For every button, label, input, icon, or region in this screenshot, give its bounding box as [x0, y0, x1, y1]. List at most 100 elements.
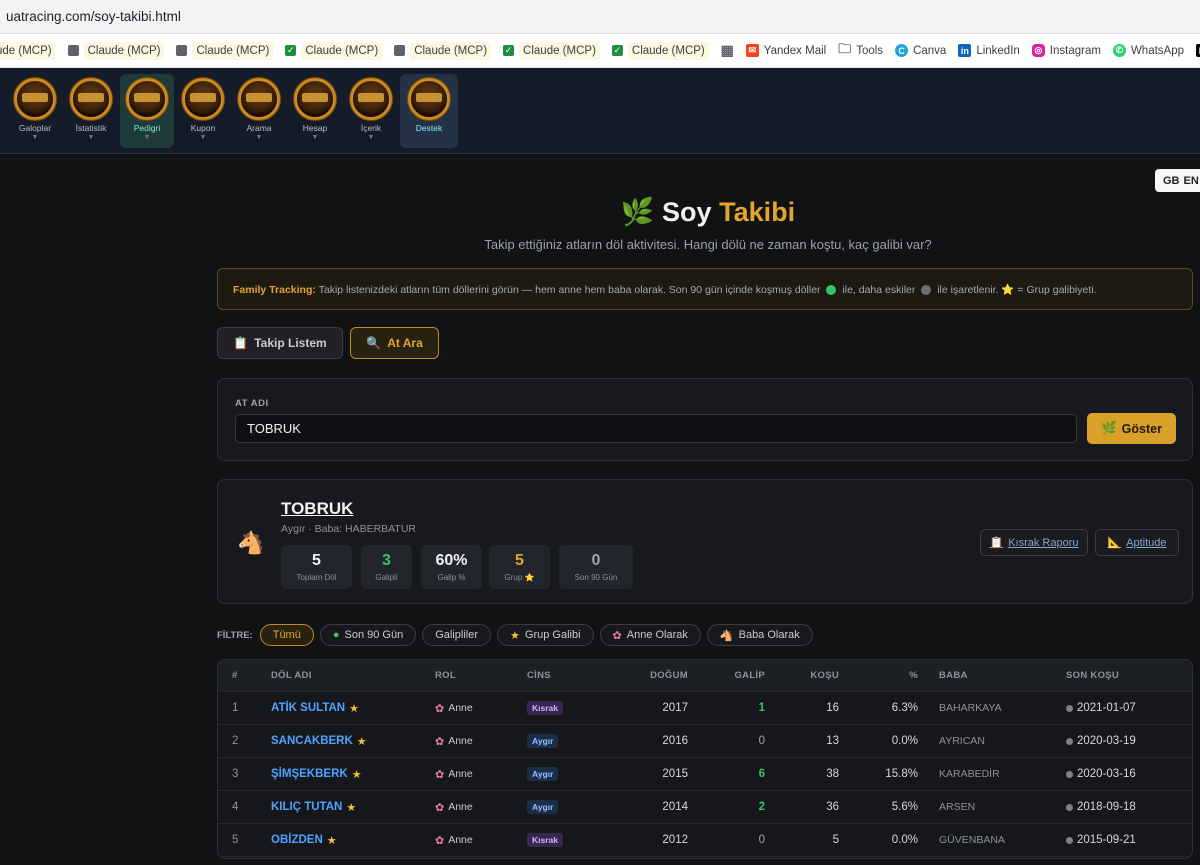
nav-label: Hesap	[302, 123, 328, 133]
tab-watchlist[interactable]: 📋 Takip Listem	[217, 327, 343, 359]
linkedin-icon: in	[958, 44, 972, 57]
filter-last-90-days[interactable]: ● Son 90 Gün	[319, 624, 417, 646]
wins-cell: 6	[758, 768, 765, 780]
sex-badge: Aygır	[527, 734, 559, 748]
bookmark-label: Claude (MCP)	[627, 41, 709, 60]
runs-cell: 16	[826, 702, 839, 714]
flower-icon: ✿	[435, 834, 445, 847]
url-text: uatracing.com/soy-takibi.html	[6, 9, 181, 24]
filter-all[interactable]: Tümü	[259, 624, 314, 646]
row-number-cell: 3	[232, 768, 239, 780]
offspring-name-link[interactable]: ŞİMŞEKBERK	[271, 768, 348, 780]
percent-cell: 5.6%	[891, 801, 918, 813]
wins-cell: 1	[758, 702, 765, 714]
gray-square-icon	[67, 45, 79, 56]
bookmark-item[interactable]: ✓ Claude (MCP)	[285, 41, 383, 60]
nav-support[interactable]: Destek	[400, 74, 458, 148]
gray-square-icon	[394, 45, 406, 56]
horse-name[interactable]: TOBRUK	[281, 499, 353, 519]
birth-cell: 2015	[662, 768, 688, 780]
chevron-down-icon: ▼	[31, 134, 39, 141]
role-cell: ✿ Anne	[435, 692, 515, 724]
star-icon: ★	[326, 834, 337, 847]
aptitude-button[interactable]: 📐 Aptitude	[1095, 529, 1179, 556]
filter-chip-label: Son 90 Gün	[344, 629, 404, 641]
filter-as-sire[interactable]: 🐴 Baba Olarak	[706, 624, 813, 646]
address-bar[interactable]: uatracing.com/soy-takibi.html	[0, 0, 1200, 34]
bookmark-item[interactable]: ▦	[721, 42, 734, 58]
bookmark-item[interactable]: Claude (MCP)	[394, 41, 492, 60]
bookmark-item[interactable]: ✓ Claude (MCP)	[611, 41, 709, 60]
show-button[interactable]: 🌿 Göster	[1087, 413, 1176, 444]
horse-name-input[interactable]: TOBRUK	[235, 414, 1077, 443]
offspring-name-link[interactable]: KILIÇ TUTAN	[271, 801, 342, 813]
filter-as-dam[interactable]: ✿ Anne Olarak	[599, 624, 701, 646]
table-row[interactable]: 3 ŞİMŞEKBERK ★ ✿ Anne Aygır 2015 6 38 15.8% KARABE…	[218, 758, 1192, 791]
birth-cell: 2016	[662, 735, 688, 747]
sex-cell: Aygır	[527, 725, 617, 757]
old-dot-icon	[1066, 803, 1073, 811]
nav-coupon[interactable]: Kupon ▼	[176, 74, 230, 148]
offspring-name-link[interactable]: OBİZDEN	[271, 834, 323, 846]
chevron-down-icon: ▼	[367, 134, 375, 141]
sex-cell: Kısrak	[527, 692, 617, 724]
stat-box: 3 Galipli	[361, 545, 412, 589]
nav-search[interactable]: Arama ▼	[232, 74, 286, 148]
nav-races[interactable]: Galoplar ▼	[8, 74, 62, 148]
nav-pedigree[interactable]: Pedigri ▼	[120, 74, 174, 148]
bookmark-item[interactable]: ✓ Claude (MCP)	[503, 41, 600, 60]
stat-label: Toplam Döl	[296, 573, 337, 582]
app-nav: GB EN Galoplar ▼ İstatistik ▼ Pedigri ▼ Kupon ▼…	[0, 68, 1200, 192]
runs-cell: 13	[826, 735, 839, 747]
bookmark-item[interactable]: Claude (MCP)	[67, 41, 165, 60]
bookmark-item[interactable]: MMedium	[1196, 44, 1200, 57]
table-row[interactable]: 1 ATİK SULTAN ★ ✿ Anne Kısrak 2017 1 16 6.3% BAHAR…	[218, 692, 1192, 725]
stat-box: 5 Grup ⭐	[489, 545, 550, 589]
check-square-icon: ✓	[503, 45, 515, 56]
bookmark-item[interactable]: in LinkedIn	[958, 44, 1020, 57]
table-row[interactable]: 2 SANCAKBERK ★ ✿ Anne Aygır 2016 0 13 0.0% AYRICAN…	[218, 725, 1192, 758]
column-header: %	[909, 670, 918, 681]
stat-value: 60%	[435, 552, 468, 569]
nav-label: Arama	[246, 123, 272, 133]
column-header: CİNS	[527, 670, 551, 681]
last-run-cell: 2020-03-16	[1066, 758, 1176, 790]
language-switcher[interactable]: GB EN	[1155, 169, 1200, 192]
runs-cell: 36	[826, 801, 839, 813]
check-square-icon: ✓	[285, 45, 297, 56]
stat-label: Galip %	[437, 573, 466, 582]
bookmark-item[interactable]: C Canva	[895, 44, 946, 57]
offspring-name-link[interactable]: ATİK SULTAN	[271, 702, 345, 714]
table-row[interactable]: 5 OBİZDEN ★ ✿ Anne Kısrak 2012 0 5 0.0% GÜVENBANA 2…	[218, 824, 1192, 857]
bookmark-item[interactable]: 🗀 Tools	[838, 41, 883, 57]
filter-group-winner[interactable]: ★ Grup Galibi	[497, 624, 594, 646]
column-header: DÖL ADI	[271, 670, 312, 681]
filter-winners[interactable]: Galipliler	[422, 624, 492, 646]
nav-account[interactable]: Hesap ▼	[288, 74, 342, 148]
wins-cell: 2	[758, 801, 765, 813]
filter-chip-label: Tümü	[272, 629, 301, 641]
table-header-row: # DÖL ADI ROL CİNS DOĞUM GALİP KOŞU% BABA SON KO…	[218, 660, 1192, 692]
offspring-name-link[interactable]: SANCAKBERK	[271, 735, 353, 747]
table-row[interactable]: 4 KILIÇ TUTAN ★ ✿ Anne Aygır 2014 2 36 5.6% ARSEN 2…	[218, 791, 1192, 824]
nav-label: Pedigri	[133, 123, 161, 133]
bookmark-item[interactable]: ◎ Instagram	[1031, 44, 1101, 57]
bookmark-item[interactable]: ✆ WhatsApp	[1112, 44, 1184, 57]
chevron-down-icon: ▼	[199, 134, 207, 141]
search-panel: AT ADI TOBRUK 🌿 Göster	[217, 378, 1193, 461]
nav-content[interactable]: İçerik ▼	[344, 74, 398, 148]
content-badge-icon	[350, 78, 392, 120]
flower-icon: ✿	[435, 801, 445, 814]
sex-cell: Kısrak	[527, 824, 617, 856]
bookmark-label: WhatsApp	[1130, 44, 1184, 57]
nav-stats[interactable]: İstatistik ▼	[64, 74, 118, 148]
bookmark-item[interactable]: Claude (MCP)	[176, 41, 274, 60]
star-icon: ★	[351, 768, 362, 781]
mare-report-button[interactable]: 📋 Kısrak Raporu	[980, 529, 1088, 556]
chevron-down-icon: ▼	[87, 134, 95, 141]
role-cell: ✿ Anne	[435, 725, 515, 757]
bookmark-item[interactable]: ✉ Yandex Mail	[745, 44, 826, 57]
bookmark-item[interactable]: ude (MCP)	[0, 41, 56, 60]
tab-horse-search[interactable]: 🔍 At Ara	[350, 327, 439, 359]
title-main: Soy	[662, 197, 712, 227]
